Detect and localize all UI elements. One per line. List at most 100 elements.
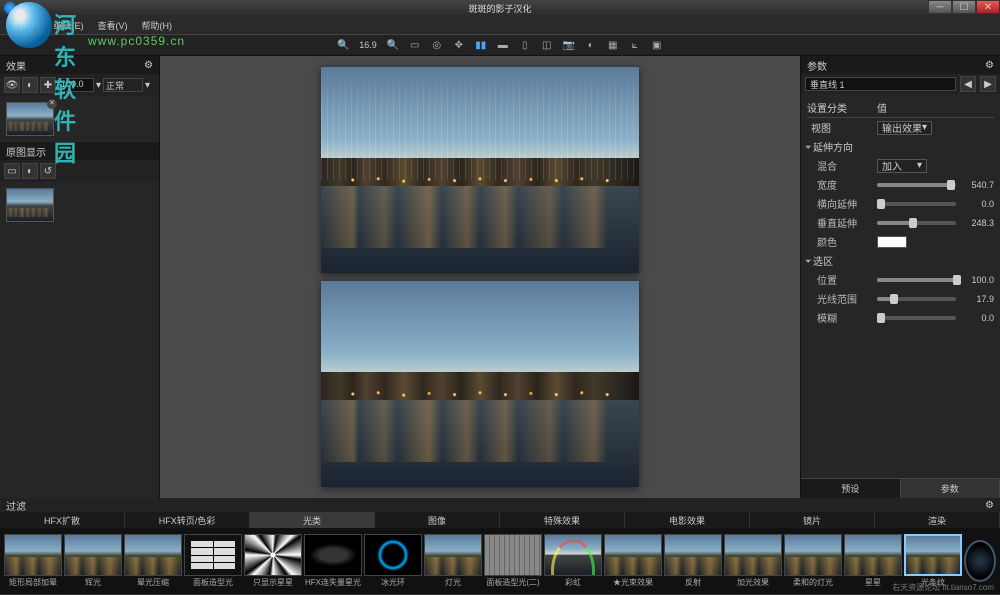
params-menu-icon[interactable]: ⚙ — [985, 60, 994, 71]
vstretch-value[interactable]: 248.3 — [960, 218, 994, 228]
blend-mode-select[interactable]: 正常 — [103, 78, 143, 92]
filter-item[interactable]: 灯光 — [424, 534, 482, 588]
opacity-input[interactable]: 100.0 — [58, 78, 94, 92]
compare-icon[interactable]: ◫ — [539, 37, 555, 53]
filter-category[interactable]: HFX扩散 — [0, 512, 125, 528]
orig-view-icon[interactable]: ▭ — [4, 163, 20, 179]
titlebar: Dfx 斑斑的影子汉化 ─ ☐ ✕ — [0, 0, 1000, 16]
layer-visible-icon[interactable]: 👁 — [4, 77, 20, 93]
preview-original[interactable] — [321, 281, 639, 487]
expand-select-icon[interactable] — [805, 259, 811, 262]
original-thumb[interactable] — [6, 188, 54, 222]
main-area: 效果 ⚙ 👁 ◐ ✚ 100.0 ▾ 正常 ▾ ✕ 原图显示 ▭ ◐ ↺ — [0, 56, 1000, 498]
params-title: 参数 — [807, 58, 827, 73]
blend-dropdown-icon[interactable]: ▾ — [145, 80, 150, 91]
filter-item-label: 加光效果 — [724, 577, 782, 588]
panel-menu-icon[interactable]: ⚙ — [144, 60, 153, 71]
filter-category[interactable]: 镜片 — [750, 512, 875, 528]
hstretch-slider[interactable] — [877, 202, 956, 206]
grid-icon[interactable]: ▦ — [605, 37, 621, 53]
window-title: 斑斑的影子汉化 — [468, 2, 531, 15]
expand-stretch-icon[interactable] — [805, 145, 811, 148]
filter-item-label: 辉光 — [64, 577, 122, 588]
filter-menu-icon[interactable]: ⚙ — [985, 500, 994, 511]
vstretch-slider[interactable] — [877, 221, 956, 225]
filter-item[interactable]: ★光束效果 — [604, 534, 662, 588]
width-slider[interactable] — [877, 183, 956, 187]
filter-category[interactable]: 特殊效果 — [500, 512, 625, 528]
blur-value[interactable]: 0.0 — [960, 313, 994, 323]
preview-with-effect[interactable] — [321, 67, 639, 273]
group-select: 选区 — [813, 253, 883, 268]
close-button[interactable]: ✕ — [976, 0, 1000, 14]
pan-icon[interactable]: ✥ — [451, 37, 467, 53]
filter-item[interactable]: 加光效果 — [724, 534, 782, 588]
filter-item[interactable]: 面板造型光 — [184, 534, 242, 588]
filter-item[interactable]: 光条纹 — [904, 534, 962, 588]
filter-item-label: 只显示星星 — [244, 577, 302, 588]
filter-strip[interactable]: 矩形局部加晕辉光晕光压缩面板造型光只显示星星HFX连失量星光冰光环灯光面板造型光… — [0, 528, 1000, 594]
menu-edit[interactable]: 编辑(E) — [48, 17, 90, 34]
filter-item[interactable]: HFX连失量星光 — [304, 534, 362, 588]
filter-item[interactable]: 彩虹 — [544, 534, 602, 588]
original-title: 原图显示 — [6, 144, 46, 159]
remove-layer-icon[interactable]: ✕ — [47, 99, 57, 109]
mask-icon[interactable]: ◐ — [583, 37, 599, 53]
filter-category[interactable]: 光类 — [250, 512, 375, 528]
filter-item[interactable]: 冰光环 — [364, 534, 422, 588]
actual-icon[interactable]: ◎ — [429, 37, 445, 53]
color-swatch[interactable] — [877, 236, 907, 248]
filter-item[interactable]: 柔和的灯光 — [784, 534, 842, 588]
range-value[interactable]: 17.9 — [960, 294, 994, 304]
zoom-out-icon[interactable]: 🔍 — [385, 37, 401, 53]
preset-name-input[interactable]: 垂直线 1 — [805, 77, 956, 91]
filter-category[interactable]: HFX转页/色彩 — [125, 512, 250, 528]
range-slider[interactable] — [877, 297, 956, 301]
preset-prev-icon[interactable]: ◀ — [960, 76, 976, 92]
menu-view[interactable]: 查看(V) — [92, 17, 134, 34]
opacity-stepper-icon[interactable]: ▾ — [96, 80, 101, 91]
filter-category[interactable]: 电影效果 — [625, 512, 750, 528]
minimize-button[interactable]: ─ — [928, 0, 952, 14]
filter-item[interactable]: 辉光 — [64, 534, 122, 588]
position-value[interactable]: 100.0 — [960, 275, 994, 285]
preset-next-icon[interactable]: ▶ — [980, 76, 996, 92]
preview-area — [160, 56, 800, 498]
histogram-icon[interactable]: ⟀ — [627, 37, 643, 53]
position-slider[interactable] — [877, 278, 956, 282]
preset-row: 垂直线 1 ◀ ▶ — [801, 74, 1000, 94]
filter-thumb — [844, 534, 902, 576]
zoom-percent[interactable]: 16.9 — [357, 40, 379, 50]
filter-item[interactable]: 矩形局部加晕 — [4, 534, 62, 588]
blur-slider[interactable] — [877, 316, 956, 320]
split-horizontal-icon[interactable]: ▬ — [495, 37, 511, 53]
layer-mask-icon[interactable]: ◐ — [22, 77, 38, 93]
menu-help[interactable]: 帮助(H) — [136, 17, 179, 34]
orig-color-icon[interactable]: ◐ — [22, 163, 38, 179]
orig-reset-icon[interactable]: ↺ — [40, 163, 56, 179]
hstretch-value[interactable]: 0.0 — [960, 199, 994, 209]
snapshot-icon[interactable]: 📷 — [561, 37, 577, 53]
filter-item[interactable]: 面板造型光(二) — [484, 534, 542, 588]
width-value[interactable]: 540.7 — [960, 180, 994, 190]
tab-params[interactable]: 参数 — [901, 479, 1000, 498]
blend-dropdown[interactable]: 加入▾ — [877, 159, 927, 173]
filter-item[interactable]: 反射 — [664, 534, 722, 588]
maximize-button[interactable]: ☐ — [952, 0, 976, 14]
filter-item[interactable]: 只显示星星 — [244, 534, 302, 588]
menu-file[interactable]: 文件(F) — [4, 17, 46, 34]
effect-layer-thumb[interactable]: ✕ — [6, 102, 54, 136]
settings-icon[interactable]: ▣ — [649, 37, 665, 53]
split-vertical-icon[interactable]: ▮▮ — [473, 37, 489, 53]
layer-add-icon[interactable]: ✚ — [40, 77, 56, 93]
tab-preset[interactable]: 预设 — [801, 479, 901, 498]
zoom-in-icon[interactable]: 🔍 — [335, 37, 351, 53]
filter-category[interactable]: 渲染 — [875, 512, 1000, 528]
view-dropdown[interactable]: 输出效果▾ — [877, 121, 932, 135]
filter-item[interactable]: 星星 — [844, 534, 902, 588]
filter-scroll-knob[interactable] — [964, 540, 996, 582]
fit-icon[interactable]: ▭ — [407, 37, 423, 53]
filter-category[interactable]: 图像 — [375, 512, 500, 528]
single-view-icon[interactable]: ▯ — [517, 37, 533, 53]
filter-item[interactable]: 晕光压缩 — [124, 534, 182, 588]
